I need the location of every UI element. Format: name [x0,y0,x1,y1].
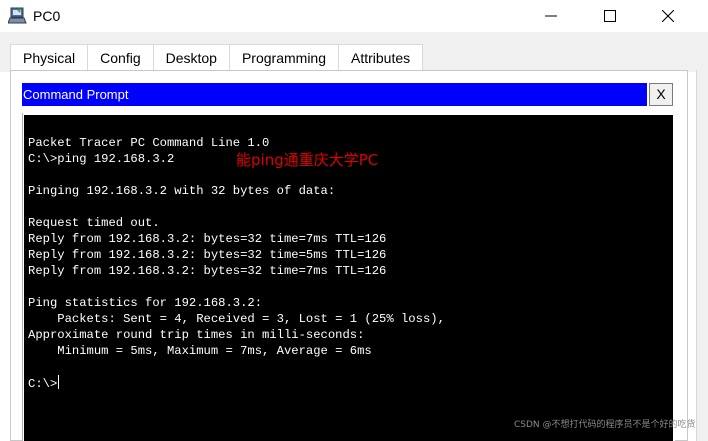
command-prompt-close-button[interactable]: X [649,83,673,106]
terminal-line: Reply from 192.168.3.2: bytes=32 time=7m… [28,232,387,246]
maximize-icon [604,10,616,22]
tabs: Physical Config Desktop Programming Attr… [10,44,424,72]
terminal-line: Minimum = 5ms, Maximum = 7ms, Average = … [28,344,372,358]
title-bar: PC0 [0,0,708,32]
terminal-line: Packets: Sent = 4, Received = 3, Lost = … [28,312,445,326]
tab-config[interactable]: Config [87,44,154,72]
tab-attributes[interactable]: Attributes [338,44,424,72]
tab-desktop[interactable]: Desktop [152,44,230,72]
annotation-text: 能ping通重庆大学PC [236,151,379,169]
maximize-button[interactable] [587,0,633,32]
terminal-line: Ping statistics for 192.168.3.2: [28,296,263,310]
scrollbar[interactable] [696,70,708,441]
tab-physical[interactable]: Physical [10,44,89,72]
window-title: PC0 [33,8,61,24]
close-icon [662,10,674,22]
command-prompt-header: Command Prompt [22,83,647,106]
terminal-line: Approximate round trip times in milli-se… [28,328,365,342]
watermark: CSDN @不想打代码的程序员不是个好的吃货 [514,420,696,430]
terminal-line: Reply from 192.168.3.2: bytes=32 time=7m… [28,264,387,278]
terminal-line: Request timed out. [28,216,160,230]
tab-bar: Physical Config Desktop Programming Attr… [0,32,708,72]
text-cursor [58,375,60,389]
terminal-line: Reply from 192.168.3.2: bytes=32 time=5m… [28,248,387,262]
minimize-button[interactable] [528,0,574,32]
minimize-icon [545,15,557,17]
terminal-lines: Packet Tracer PC Command Line 1.0 C:\>pin… [28,135,445,391]
terminal-line: Pinging 192.168.3.2 with 32 bytes of dat… [28,184,336,198]
terminal-line: Packet Tracer PC Command Line 1.0 [28,136,270,150]
terminal-line: C:\> [28,375,60,391]
packet-tracer-pc-icon [7,6,28,26]
pc0-window: PC0 Physical Config Desktop Programming … [0,0,708,441]
close-window-button[interactable] [645,0,691,32]
tab-programming[interactable]: Programming [228,44,339,72]
